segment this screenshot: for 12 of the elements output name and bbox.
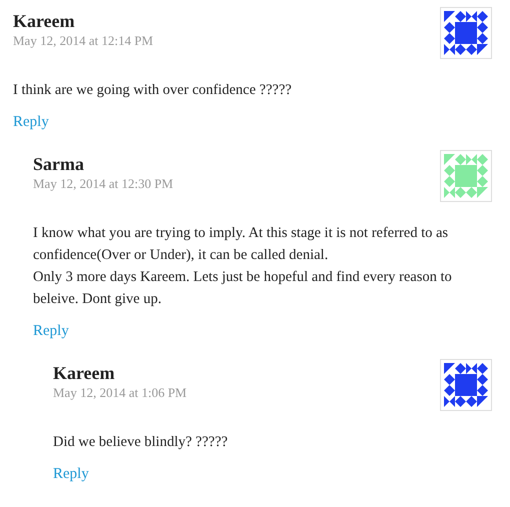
comment-text: I know what you are trying to imply. At this stage it is not referred to as confidence(Over or Under), it can be called denial. Only 3 more days Kareem. Lets just be hopeful and find every reason to beleive. Dont give up. <box>33 224 453 309</box>
reply-link[interactable]: Reply <box>33 323 69 340</box>
comment-date: May 12, 2014 at 12:14 PM <box>13 32 154 50</box>
comment-date: May 12, 2014 at 12:30 PM <box>33 175 174 193</box>
comment-text: Did we believe blindly? ????? <box>53 433 229 452</box>
reply-link[interactable]: Reply <box>13 114 49 131</box>
comment-author: Sarma <box>33 153 85 175</box>
comment-author: Kareem <box>53 362 116 384</box>
reply-link[interactable]: Reply <box>53 466 89 483</box>
comment-text: I think are we going with over confidence ????? <box>13 81 293 100</box>
comment-author: Kareem <box>13 10 76 32</box>
comment-date: May 12, 2014 at 1:06 PM <box>53 384 187 402</box>
